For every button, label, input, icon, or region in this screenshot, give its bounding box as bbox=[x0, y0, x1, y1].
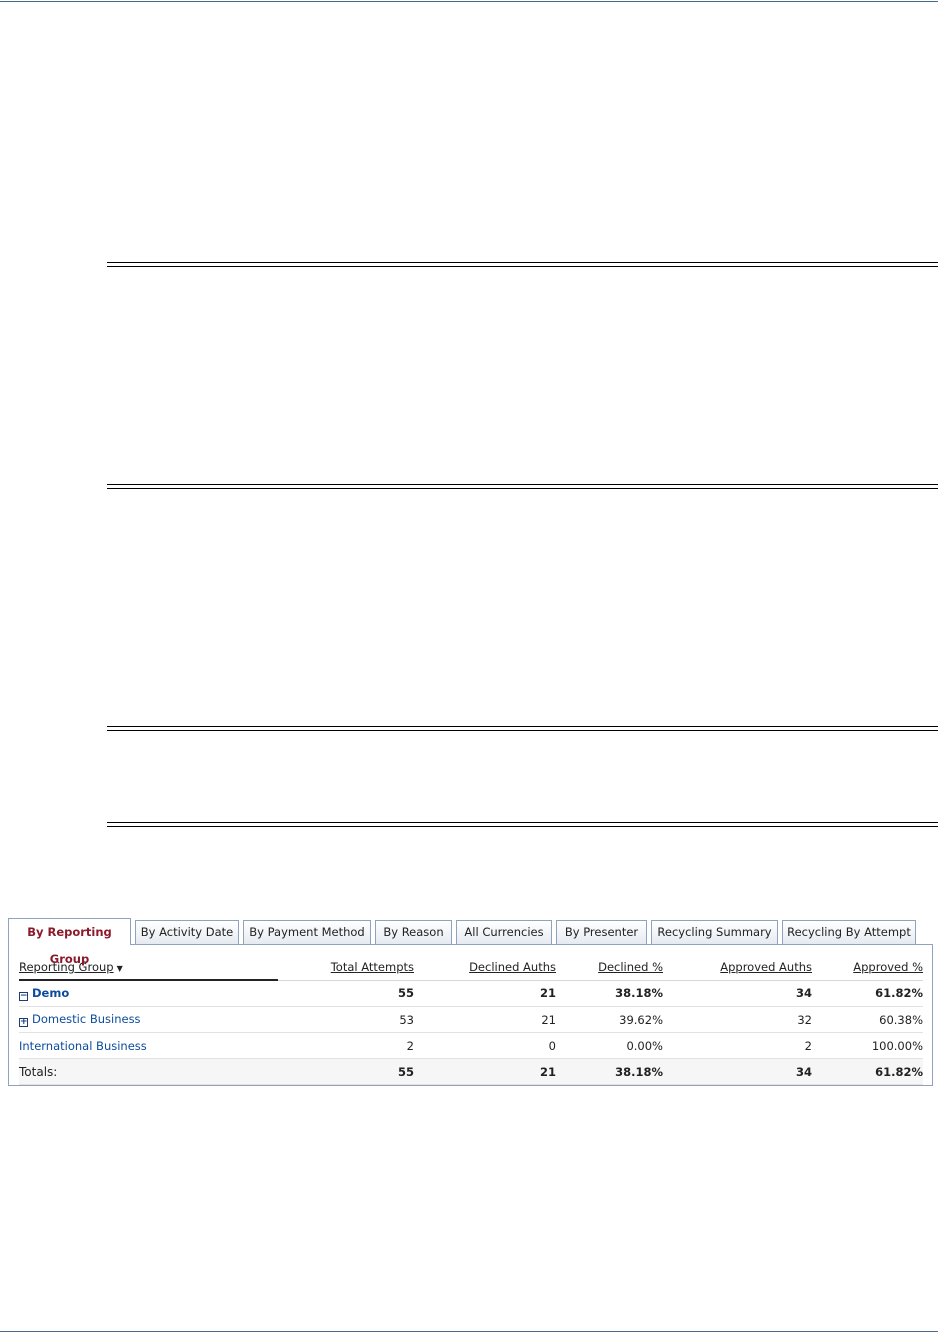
approved-pct-cell: 60.38% bbox=[812, 1006, 923, 1033]
column-header-declined-pct[interactable]: Declined % bbox=[556, 955, 663, 981]
approved-auths-cell: 34 bbox=[663, 980, 812, 1007]
table-row: International Business 2 0 0.00% 2 100.0… bbox=[19, 1032, 923, 1059]
approved-auths-cell: 32 bbox=[663, 1006, 812, 1033]
total-attempts-cell: 55 bbox=[278, 1058, 414, 1085]
table-row: − Demo 55 21 38.18% 34 61.82% bbox=[19, 980, 923, 1007]
page-header-rule bbox=[0, 1, 938, 2]
section-divider bbox=[107, 484, 938, 489]
column-header-approved-auths[interactable]: Approved Auths bbox=[663, 955, 812, 981]
tab-by-payment-method[interactable]: By Payment Method bbox=[243, 920, 371, 944]
section-divider bbox=[107, 822, 938, 827]
column-header-approved-pct[interactable]: Approved % bbox=[812, 955, 923, 981]
report-panel: Reporting Group▼ Total Attempts Declined… bbox=[8, 944, 933, 1086]
column-header-total-attempts[interactable]: Total Attempts bbox=[278, 955, 414, 981]
authorization-report: By Reporting Group By Activity Date By P… bbox=[8, 918, 933, 1086]
declined-pct-cell: 39.62% bbox=[556, 1006, 663, 1033]
declined-pct-cell: 38.18% bbox=[556, 980, 663, 1007]
declined-auths-cell: 21 bbox=[414, 1006, 556, 1033]
section-divider bbox=[107, 262, 938, 267]
group-link-demo[interactable]: Demo bbox=[32, 986, 69, 1000]
approved-auths-cell: 2 bbox=[663, 1032, 812, 1059]
total-attempts-cell: 55 bbox=[278, 980, 414, 1007]
expand-icon[interactable]: + bbox=[19, 1018, 28, 1027]
approved-pct-cell: 61.82% bbox=[812, 980, 923, 1007]
row-name-cell: International Business bbox=[19, 1032, 278, 1059]
row-name-cell: − Demo bbox=[19, 980, 278, 1007]
declined-auths-cell: 21 bbox=[414, 980, 556, 1007]
declined-pct-cell: 0.00% bbox=[556, 1032, 663, 1059]
totals-row: Totals: 55 21 38.18% 34 61.82% bbox=[19, 1058, 923, 1085]
table-row: + Domestic Business 53 21 39.62% 32 60.38… bbox=[19, 1006, 923, 1033]
table-header-row: Reporting Group▼ Total Attempts Declined… bbox=[19, 955, 923, 981]
totals-label: Totals: bbox=[19, 1058, 278, 1085]
tab-all-currencies[interactable]: All Currencies bbox=[456, 920, 552, 944]
report-table: Reporting Group▼ Total Attempts Declined… bbox=[19, 955, 923, 1085]
declined-auths-cell: 0 bbox=[414, 1032, 556, 1059]
tab-recycling-by-attempt[interactable]: Recycling By Attempt bbox=[782, 920, 916, 944]
tab-by-reporting-group[interactable]: By Reporting Group bbox=[8, 918, 131, 966]
total-attempts-cell: 53 bbox=[278, 1006, 414, 1033]
declined-pct-cell: 38.18% bbox=[556, 1058, 663, 1085]
total-attempts-cell: 2 bbox=[278, 1032, 414, 1059]
tab-recycling-summary[interactable]: Recycling Summary bbox=[651, 920, 778, 944]
approved-pct-cell: 100.00% bbox=[812, 1032, 923, 1059]
report-tabs: By Reporting Group By Activity Date By P… bbox=[8, 918, 933, 966]
tab-by-reason[interactable]: By Reason bbox=[375, 920, 452, 944]
group-link-international-business[interactable]: International Business bbox=[19, 1039, 147, 1053]
group-link-domestic-business[interactable]: Domestic Business bbox=[32, 1012, 141, 1026]
approved-pct-cell: 61.82% bbox=[812, 1058, 923, 1085]
section-divider bbox=[107, 726, 938, 731]
approved-auths-cell: 34 bbox=[663, 1058, 812, 1085]
page-footer-rule bbox=[0, 1331, 938, 1332]
row-name-cell: + Domestic Business bbox=[19, 1006, 278, 1033]
column-header-declined-auths[interactable]: Declined Auths bbox=[414, 955, 556, 981]
tab-by-activity-date[interactable]: By Activity Date bbox=[135, 920, 239, 944]
tab-by-presenter[interactable]: By Presenter bbox=[556, 920, 647, 944]
sort-descending-icon: ▼ bbox=[116, 964, 123, 973]
collapse-icon[interactable]: − bbox=[19, 992, 28, 1001]
declined-auths-cell: 21 bbox=[414, 1058, 556, 1085]
